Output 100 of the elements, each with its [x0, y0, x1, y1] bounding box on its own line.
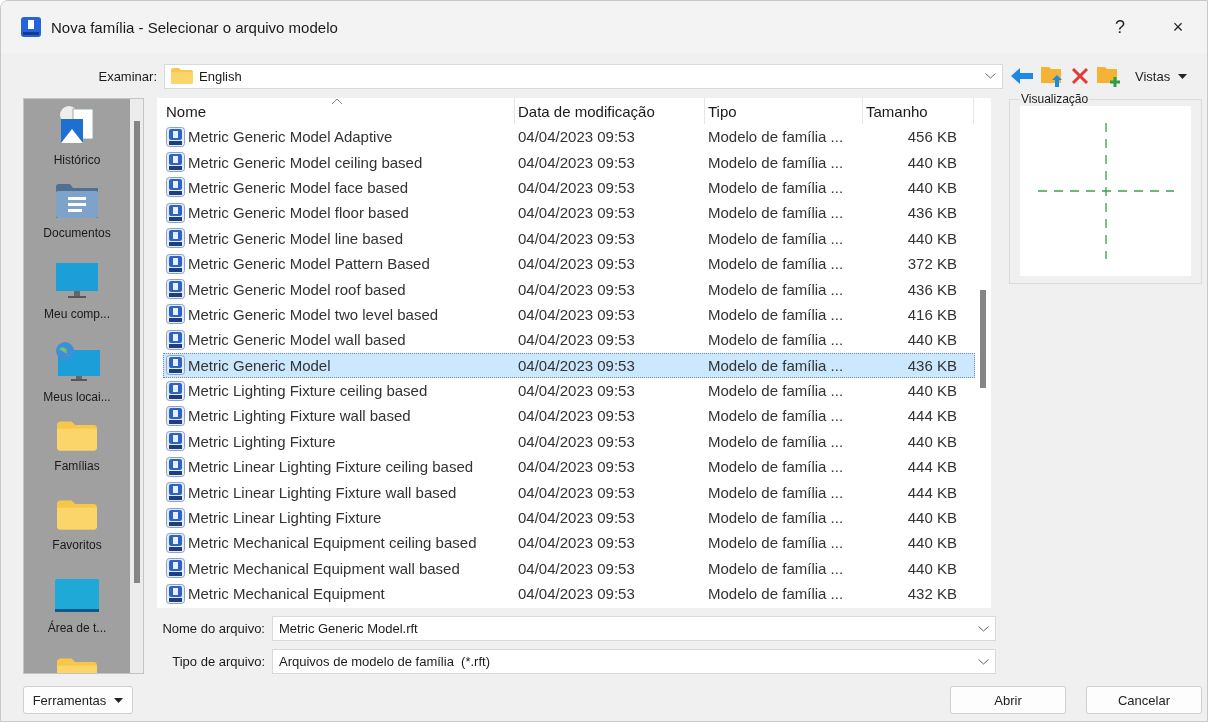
file-row[interactable]: Metric Mechanical Equipment 04/04/2023 09:53 Modelo de família ... 432 KB	[163, 581, 975, 607]
file-type: Modelo de família ...	[708, 483, 844, 501]
places-item[interactable]: Favoritos	[24, 500, 130, 579]
file-size: 440 KB	[907, 229, 957, 247]
file-type: Modelo de família ...	[708, 153, 844, 171]
file-name: Metric Generic Model Adaptive	[188, 128, 393, 146]
file-name: Metric Generic Model roof based	[188, 280, 406, 298]
file-name: Metric Generic Model wall based	[188, 331, 406, 349]
chevron-down-icon[interactable]	[978, 625, 989, 632]
file-row[interactable]: Metric Generic Model two level based 04/04/2023 09:53 Modelo de família ... 416 KB	[163, 301, 975, 328]
file-row[interactable]: Metric Generic Model floor based 04/04/2023 09:53 Modelo de família ... 436 KB	[163, 200, 975, 226]
sort-ascending-icon	[331, 98, 343, 105]
file-row[interactable]: Metric Generic Model Adaptive 04/04/2023 09:53 Modelo de família ... 456 KB	[163, 124, 975, 150]
family-file-icon	[166, 507, 185, 528]
column-header[interactable]: Tipo	[705, 98, 863, 124]
places-item[interactable]: Documentos	[24, 184, 130, 263]
modified-date: 04/04/2023 09:53	[518, 356, 635, 374]
modified-date: 04/04/2023 09:53	[518, 458, 635, 476]
modified-date: 04/04/2023 09:53	[518, 128, 635, 146]
file-row[interactable]: Metric Generic Model Pattern Based 04/04/2023 09:53 Modelo de família ... 372 KB	[163, 250, 975, 277]
modified-date: 04/04/2023 09:53	[518, 534, 635, 552]
delete-icon[interactable]	[1071, 67, 1089, 85]
file-row[interactable]: Metric Generic Model line based 04/04/2023 09:53 Modelo de família ... 440 KB	[163, 225, 975, 251]
file-type: Modelo de família ...	[708, 559, 844, 577]
file-size: 436 KB	[907, 204, 957, 222]
file-size: 416 KB	[907, 305, 957, 323]
views-menu-button[interactable]: Vistas	[1129, 68, 1188, 84]
look-in-dropdown[interactable]: English	[164, 63, 1003, 89]
file-row[interactable]: Metric Generic Model wall based 04/04/2023 09:53 Modelo de família ... 440 KB	[163, 327, 975, 353]
file-size: 440 KB	[907, 178, 957, 196]
family-file-icon	[166, 558, 185, 579]
file-row[interactable]: Metric Linear Lighting Fixture ceiling based 04/04/2023 09:53 Modelo de família ... 444 KB	[163, 454, 975, 480]
modified-date: 04/04/2023 09:53	[518, 382, 635, 400]
file-name: Metric Generic Model Pattern Based	[188, 255, 430, 273]
file-size: 436 KB	[907, 280, 957, 298]
file-size: 440 KB	[907, 331, 957, 349]
back-arrow-icon[interactable]	[1011, 68, 1033, 84]
file-row[interactable]: Metric Generic Model ceiling based 04/04/2023 09:53 Modelo de família ... 440 KB	[163, 149, 975, 175]
file-name: Metric Mechanical Equipment wall based	[188, 559, 460, 577]
modified-date: 04/04/2023 09:53	[518, 559, 635, 577]
family-file-icon	[166, 532, 185, 553]
file-row[interactable]: Metric Mechanical Equipment wall based 04/04/2023 09:53 Modelo de família ... 440 KB	[163, 555, 975, 582]
file-row[interactable]: Metric Mechanical Equipment ceiling based 04/04/2023 09:53 Modelo de família ... 440 KB	[163, 530, 975, 556]
family-file-icon	[166, 406, 185, 426]
open-button[interactable]: Abrir	[950, 686, 1066, 714]
chevron-down-icon[interactable]	[985, 73, 996, 79]
file-name: Metric Linear Lighting Fixture	[188, 509, 382, 527]
file-type: Modelo de família ...	[708, 331, 844, 349]
file-size: 444 KB	[907, 483, 957, 501]
family-file-icon	[166, 583, 185, 604]
column-header[interactable]: Data de modificação	[515, 98, 705, 124]
family-file-icon	[166, 126, 185, 147]
tools-button[interactable]: Ferramentas	[23, 686, 133, 714]
file-type: Modelo de família ...	[708, 229, 844, 247]
file-name: Metric Generic Model line based	[188, 229, 404, 247]
monitor-icon	[56, 263, 98, 299]
file-row[interactable]: Metric Lighting Fixture 04/04/2023 09:53 Modelo de família ... 440 KB	[163, 428, 975, 455]
file-row[interactable]: Metric Linear Lighting Fixture wall based 04/04/2023 09:53 Modelo de família ... 444 KB	[163, 479, 975, 505]
file-size: 444 KB	[907, 407, 957, 425]
file-row[interactable]: Metric Generic Model face based 04/04/2023 09:53 Modelo de família ... 440 KB	[163, 174, 975, 201]
file-type: Modelo de família ...	[708, 382, 844, 400]
file-row[interactable]: Metric Lighting Fixture ceiling based 04/04/2023 09:53 Modelo de família ... 440 KB	[163, 377, 975, 404]
close-button[interactable]: ×	[1149, 1, 1207, 53]
caret-icon	[114, 697, 124, 703]
new-folder-icon[interactable]	[1097, 65, 1121, 87]
family-file-icon	[166, 355, 185, 376]
file-name: Metric Lighting Fixture ceiling based	[188, 382, 428, 400]
folder-icon	[171, 68, 193, 84]
file-type-dropdown[interactable]: Arquivos de modelo de família (*.rft)	[272, 649, 996, 674]
cancel-button[interactable]: Cancelar	[1086, 686, 1202, 714]
folder-up-icon[interactable]	[1041, 65, 1063, 87]
file-row[interactable]: Metric Generic Model 04/04/2023 09:53 Modelo de família ... 436 KB	[163, 352, 975, 378]
scrollbar-thumb[interactable]	[980, 290, 986, 388]
places-item[interactable]: Histórico	[24, 105, 130, 184]
file-type-label: Tipo de arquivo:	[171, 654, 266, 669]
column-header[interactable]: Tamanho	[863, 98, 974, 124]
file-type: Modelo de família ...	[708, 534, 844, 552]
places-item[interactable]: Meu comp...	[24, 263, 130, 342]
file-name: Metric Lighting Fixture wall based	[188, 407, 411, 425]
caret-icon	[1178, 73, 1188, 79]
modified-date: 04/04/2023 09:53	[518, 280, 635, 298]
places-item[interactable]: Área de t...	[24, 579, 130, 658]
family-file-icon	[166, 380, 185, 401]
file-row[interactable]: Metric Generic Model roof based 04/04/2023 09:53 Modelo de família ... 436 KB	[163, 276, 975, 302]
family-file-icon	[166, 329, 185, 350]
family-file-icon	[166, 177, 185, 198]
file-row[interactable]: Metric Linear Lighting Fixture 04/04/2023 09:53 Modelo de família ... 440 KB	[163, 504, 975, 531]
modified-date: 04/04/2023 09:53	[518, 585, 635, 603]
documents-icon	[56, 184, 98, 218]
places-item[interactable]: Famílias	[24, 421, 130, 500]
app-icon	[21, 17, 41, 37]
scrollbar-thumb[interactable]	[133, 121, 140, 583]
places-item[interactable]: Meus locai...	[24, 342, 130, 421]
file-row[interactable]: Metric Lighting Fixture wall based 04/04/2023 09:53 Modelo de família ... 444 KB	[163, 403, 975, 429]
family-file-icon	[166, 253, 185, 274]
column-header[interactable]: Nome	[163, 98, 515, 124]
help-button[interactable]: ?	[1091, 1, 1149, 53]
modified-date: 04/04/2023 09:53	[518, 229, 635, 247]
file-name-field[interactable]: Metric Generic Model.rft	[272, 616, 996, 641]
chevron-down-icon[interactable]	[978, 658, 989, 665]
